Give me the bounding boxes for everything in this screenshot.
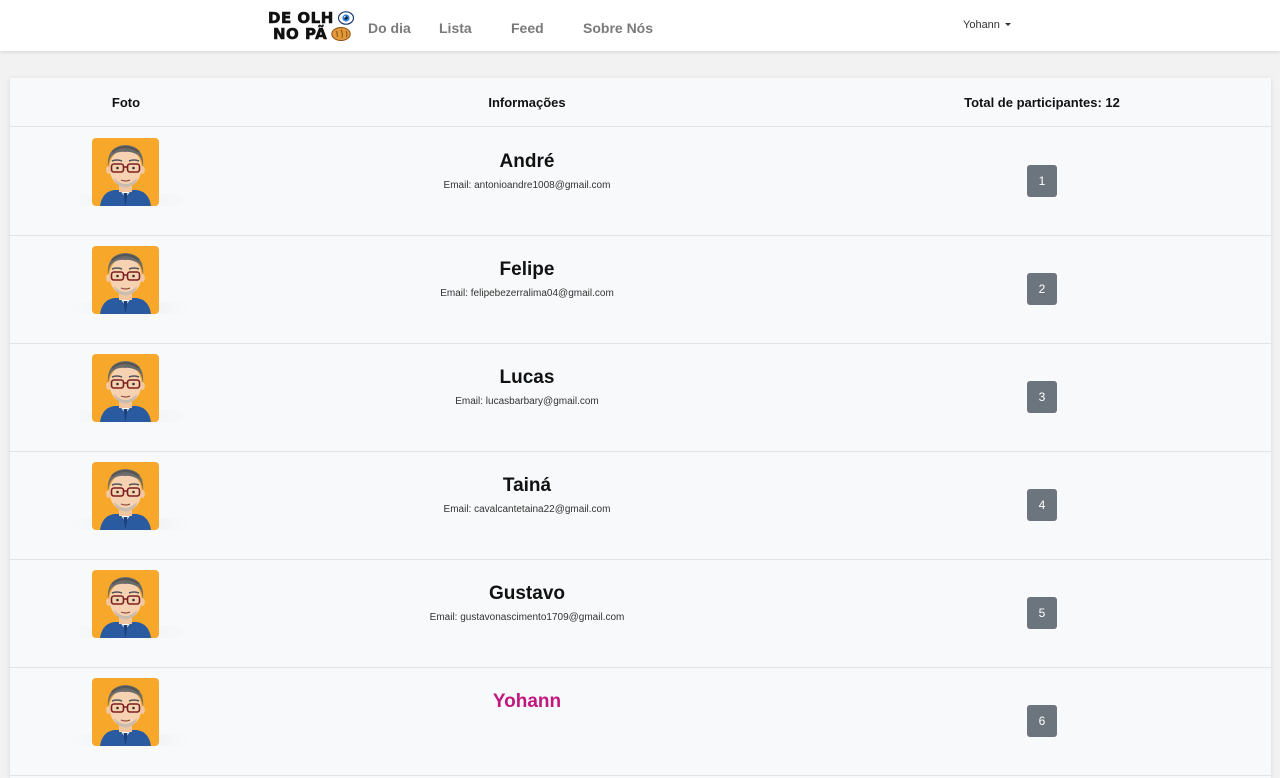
position-badge: 2	[1027, 273, 1057, 305]
participants-table: Foto Informações Total de participantes:…	[10, 78, 1271, 778]
top-navbar: DE OLH NO PÃ Do dia Lista Feed Sobre Nós…	[0, 0, 1280, 51]
avatar	[92, 462, 159, 530]
avatar-image	[92, 570, 159, 638]
user-dropdown[interactable]: Yohann	[963, 18, 1011, 32]
user-name: Yohann	[963, 19, 1000, 31]
bread-icon	[331, 27, 351, 41]
avatar-image	[92, 462, 159, 530]
avatar	[92, 246, 159, 314]
position-badge: 5	[1027, 597, 1057, 629]
avatar-image	[92, 138, 159, 206]
nav-link-feed[interactable]: Feed	[511, 19, 544, 37]
photo-cell	[70, 354, 190, 422]
avatar-image	[92, 246, 159, 314]
position-badge: 4	[1027, 489, 1057, 521]
position-badge: 6	[1027, 705, 1057, 737]
participant-email: Email: felipebezerralima04@gmail.com	[440, 288, 614, 299]
avatar	[92, 138, 159, 206]
participant-email: Email: lucasbarbary@gmail.com	[455, 396, 599, 407]
participant-email: Email: antonioandre1008@gmail.com	[443, 180, 611, 191]
table-row: André Email: antonioandre1008@gmail.com 1	[10, 127, 1271, 236]
participant-name: André	[499, 151, 555, 172]
nav-link-lista[interactable]: Lista	[439, 19, 472, 37]
table-row: Yohann 6	[10, 667, 1271, 776]
header-total-participants: Total de participantes: 12	[964, 95, 1120, 110]
table-header-row: Foto Informações Total de participantes:…	[10, 78, 1271, 127]
photo-cell	[70, 138, 190, 206]
photo-cell	[70, 678, 190, 746]
eye-icon	[338, 11, 354, 25]
participant-email: Email: gustavonascimento1709@gmail.com	[429, 612, 625, 623]
avatar	[92, 570, 159, 638]
header-photo: Foto	[111, 95, 141, 110]
brand-logo[interactable]: DE OLH NO PÃ	[268, 10, 356, 44]
nav-link-sobre-nos[interactable]: Sobre Nós	[583, 19, 653, 37]
participant-name: Gustavo	[488, 583, 566, 604]
brand-text-line2: NO PÃ	[273, 25, 328, 43]
header-info: Informações	[488, 95, 566, 110]
brand-text-line1: DE OLH	[268, 9, 334, 27]
participant-name: Felipe	[499, 259, 555, 280]
participant-name: Lucas	[499, 367, 555, 388]
photo-cell	[70, 462, 190, 530]
position-badge: 3	[1027, 381, 1057, 413]
avatar	[92, 354, 159, 422]
photo-cell	[70, 570, 190, 638]
caret-down-icon	[1004, 23, 1011, 26]
avatar	[92, 678, 159, 746]
avatar-image	[92, 354, 159, 422]
photo-cell	[70, 246, 190, 314]
participant-name: Tainá	[502, 475, 552, 496]
table-row: Felipe Email: felipebezerralima04@gmail.c…	[10, 235, 1271, 344]
position-badge: 1	[1027, 165, 1057, 197]
nav-link-do-dia[interactable]: Do dia	[368, 19, 411, 37]
participant-name: Yohann	[492, 691, 562, 712]
participant-email: Email: cavalcantetaina22@gmail.com	[443, 504, 611, 515]
table-row: Lucas Email: lucasbarbary@gmail.com 3	[10, 343, 1271, 452]
table-row: Gustavo Email: gustavonascimento1709@gmai…	[10, 559, 1271, 668]
table-row: Tainá Email: cavalcantetaina22@gmail.com 4	[10, 451, 1271, 560]
avatar-image	[92, 678, 159, 746]
